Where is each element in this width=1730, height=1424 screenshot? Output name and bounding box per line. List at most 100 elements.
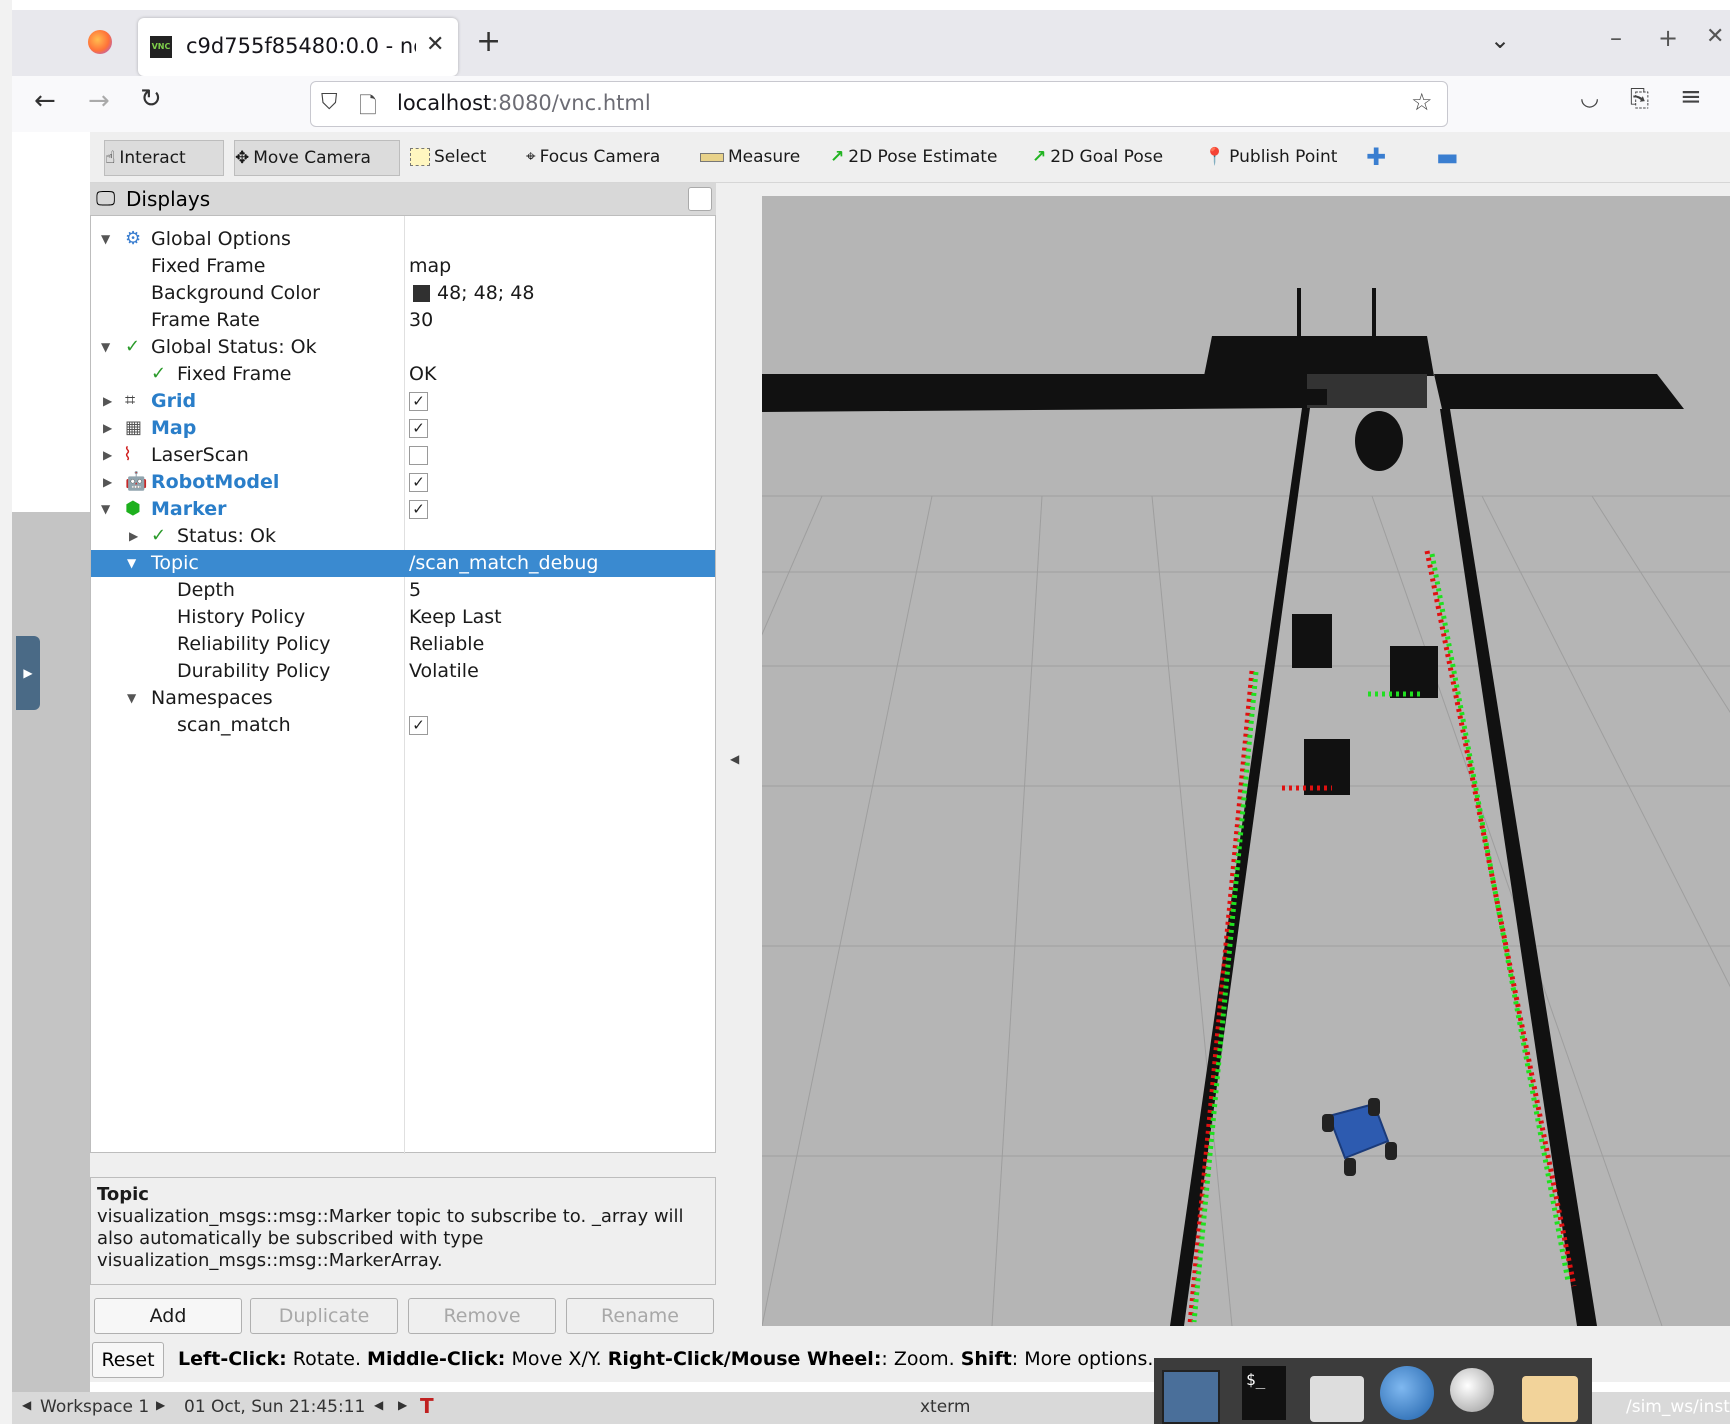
globe-icon[interactable] bbox=[1380, 1366, 1434, 1420]
robot-icon: 🤖 bbox=[125, 471, 148, 492]
tree-row-grid[interactable]: ▶ ⌗ Grid ✓ bbox=[91, 388, 715, 415]
novnc-control-handle[interactable]: ▶ bbox=[16, 636, 40, 710]
rename-display-button[interactable]: Rename bbox=[566, 1298, 714, 1334]
tree-row-namespaces[interactable]: ▼ Namespaces bbox=[91, 685, 715, 712]
tree-row-map[interactable]: ▶ ▦ Map ✓ bbox=[91, 415, 715, 442]
duplicate-display-button[interactable]: Duplicate bbox=[250, 1298, 398, 1334]
expand-arrow-icon[interactable]: ▼ bbox=[101, 340, 110, 354]
add-display-button[interactable]: Add bbox=[94, 1298, 242, 1334]
monitor-icon: 🖵 bbox=[96, 186, 116, 210]
close-window-icon[interactable]: ✕ bbox=[1706, 24, 1724, 49]
tool-label: Measure bbox=[728, 147, 801, 167]
tool-label: Focus Camera bbox=[539, 147, 661, 167]
expand-arrow-icon[interactable]: ▼ bbox=[101, 502, 110, 516]
forward-icon[interactable]: → bbox=[88, 86, 110, 116]
tree-row-depth[interactable]: Depth 5 bbox=[91, 577, 715, 604]
window-next-icon[interactable]: ▶ bbox=[398, 1398, 407, 1412]
app-dock: $_ bbox=[1154, 1358, 1592, 1424]
tool-move-camera[interactable]: ✥ Move Camera bbox=[234, 140, 400, 176]
undock-button[interactable] bbox=[688, 187, 712, 211]
terminal-icon[interactable]: $_ bbox=[1242, 1366, 1286, 1420]
move-camera-icon: ✥ bbox=[235, 148, 250, 168]
expand-arrow-icon[interactable]: ▶ bbox=[103, 421, 112, 435]
maximize-icon[interactable]: + bbox=[1658, 24, 1678, 52]
tool-label: Interact bbox=[119, 148, 186, 168]
menu-icon[interactable]: ≡ bbox=[1680, 82, 1702, 112]
browser-tab[interactable]: VNC c9d755f85480:0.0 - noVNC ✕ bbox=[138, 18, 458, 76]
add-tool-button[interactable]: ✚ bbox=[1366, 140, 1386, 174]
tree-row-fixed-frame[interactable]: Fixed Frame map bbox=[91, 253, 715, 280]
url-path: :8080/vnc.html bbox=[491, 91, 651, 115]
grid-checkbox[interactable]: ✓ bbox=[409, 392, 428, 411]
tree-row-scan-match[interactable]: scan_match ✓ bbox=[91, 712, 715, 739]
ruler-icon bbox=[700, 152, 724, 162]
tool-publish-point[interactable]: 📍 Publish Point bbox=[1204, 140, 1337, 174]
chevron-down-icon[interactable]: ⌄ bbox=[1490, 26, 1510, 54]
expand-arrow-icon[interactable]: ▼ bbox=[127, 691, 136, 705]
back-icon[interactable]: ← bbox=[34, 86, 56, 116]
3d-viewport[interactable] bbox=[762, 196, 1730, 1326]
close-tab-icon[interactable]: ✕ bbox=[426, 32, 444, 57]
desktop-edge bbox=[0, 0, 12, 1424]
folder-icon[interactable] bbox=[1522, 1376, 1578, 1422]
tab-title: c9d755f85480:0.0 - noVNC bbox=[186, 34, 416, 58]
reset-button[interactable]: Reset bbox=[92, 1342, 164, 1378]
laserscan-icon: ⌇ bbox=[123, 444, 132, 465]
expand-arrow-icon[interactable]: ▶ bbox=[103, 475, 112, 489]
tool-select[interactable]: Select bbox=[410, 140, 486, 174]
mouse-help-text: Left-Click: Rotate. Middle-Click: Move X… bbox=[178, 1348, 1154, 1370]
extensions-icon[interactable]: ⎘ bbox=[1630, 84, 1649, 112]
tool-measure[interactable]: Measure bbox=[700, 140, 800, 174]
pocket-icon[interactable]: ◡ bbox=[1580, 86, 1599, 111]
expand-arrow-icon[interactable]: ▼ bbox=[127, 556, 136, 570]
map-checkbox[interactable]: ✓ bbox=[409, 419, 428, 438]
help-text: visualization_msgs::msg::Marker topic to… bbox=[97, 1206, 684, 1271]
expand-arrow-icon[interactable]: ▼ bbox=[101, 232, 110, 246]
tree-row-marker-status[interactable]: ▶ ✓ Status: Ok bbox=[91, 523, 715, 550]
reload-icon[interactable]: ↻ bbox=[140, 84, 162, 114]
color-swatch[interactable] bbox=[413, 285, 430, 302]
tool-2d-pose-estimate[interactable]: ↗ 2D Pose Estimate bbox=[830, 140, 997, 174]
laserscan-checkbox[interactable] bbox=[409, 446, 428, 465]
tree-row-background-color[interactable]: Background Color 48; 48; 48 bbox=[91, 280, 715, 307]
tool-focus-camera[interactable]: ⌖ Focus Camera bbox=[526, 140, 660, 174]
tree-row-topic[interactable]: ▼ Topic /scan_match_debug bbox=[91, 550, 715, 577]
rviz-toolbar: ☝ Interact ✥ Move Camera Select ⌖ Focus Cam… bbox=[90, 132, 1730, 183]
prev-workspace-icon[interactable]: ◀ bbox=[22, 1398, 31, 1412]
tool-2d-goal-pose[interactable]: ↗ 2D Goal Pose bbox=[1032, 140, 1163, 174]
search-magnifier-icon[interactable] bbox=[1450, 1368, 1494, 1412]
tool-interact[interactable]: ☝ Interact bbox=[104, 140, 224, 176]
next-workspace-icon[interactable]: ▶ bbox=[156, 1398, 165, 1412]
home-folder-icon[interactable] bbox=[1310, 1376, 1364, 1422]
tree-row-robotmodel[interactable]: ▶ 🤖 RobotModel ✓ bbox=[91, 469, 715, 496]
expand-arrow-icon[interactable]: ▶ bbox=[103, 394, 112, 408]
robotmodel-checkbox[interactable]: ✓ bbox=[409, 473, 428, 492]
url-bar[interactable]: ⛉ 🗋 localhost:8080/vnc.html ☆ bbox=[310, 81, 1448, 127]
workspace-label[interactable]: Workspace 1 bbox=[40, 1397, 149, 1417]
tool-label: 2D Goal Pose bbox=[1050, 147, 1164, 167]
scan-match-checkbox[interactable]: ✓ bbox=[409, 716, 428, 735]
minimize-icon[interactable]: – bbox=[1610, 24, 1622, 52]
tree-row-history-policy[interactable]: History Policy Keep Last bbox=[91, 604, 715, 631]
xterm-app-icon[interactable]: T bbox=[420, 1394, 434, 1418]
tree-row-reliability-policy[interactable]: Reliability Policy Reliable bbox=[91, 631, 715, 658]
green-arrow-icon: ↗ bbox=[1032, 147, 1047, 167]
new-tab-button[interactable]: + bbox=[476, 24, 501, 59]
tree-row-durability-policy[interactable]: Durability Policy Volatile bbox=[91, 658, 715, 685]
marker-checkbox[interactable]: ✓ bbox=[409, 500, 428, 519]
window-prev-icon[interactable]: ◀ bbox=[374, 1398, 383, 1412]
tree-row-laserscan[interactable]: ▶ ⌇ LaserScan bbox=[91, 442, 715, 469]
remove-tool-button[interactable]: ▬ bbox=[1436, 140, 1459, 174]
remove-display-button[interactable]: Remove bbox=[408, 1298, 556, 1334]
expand-arrow-icon[interactable]: ▶ bbox=[103, 448, 112, 462]
path-text: /sim_ws/inst bbox=[1626, 1397, 1730, 1417]
tree-row-global-options[interactable]: ▼ ⚙ Global Options bbox=[91, 226, 715, 253]
screen-icon[interactable] bbox=[1162, 1370, 1220, 1424]
collapse-panel-icon[interactable]: ◀ bbox=[730, 752, 739, 766]
bookmark-star-icon[interactable]: ☆ bbox=[1411, 88, 1433, 116]
tree-row-global-status[interactable]: ▼ ✓ Global Status: Ok bbox=[91, 334, 715, 361]
tree-row-marker[interactable]: ▼ ⬢ Marker ✓ bbox=[91, 496, 715, 523]
tree-row-fixed-frame-status[interactable]: ✓ Fixed Frame OK bbox=[91, 361, 715, 388]
tree-row-frame-rate[interactable]: Frame Rate 30 bbox=[91, 307, 715, 334]
expand-arrow-icon[interactable]: ▶ bbox=[129, 529, 138, 543]
